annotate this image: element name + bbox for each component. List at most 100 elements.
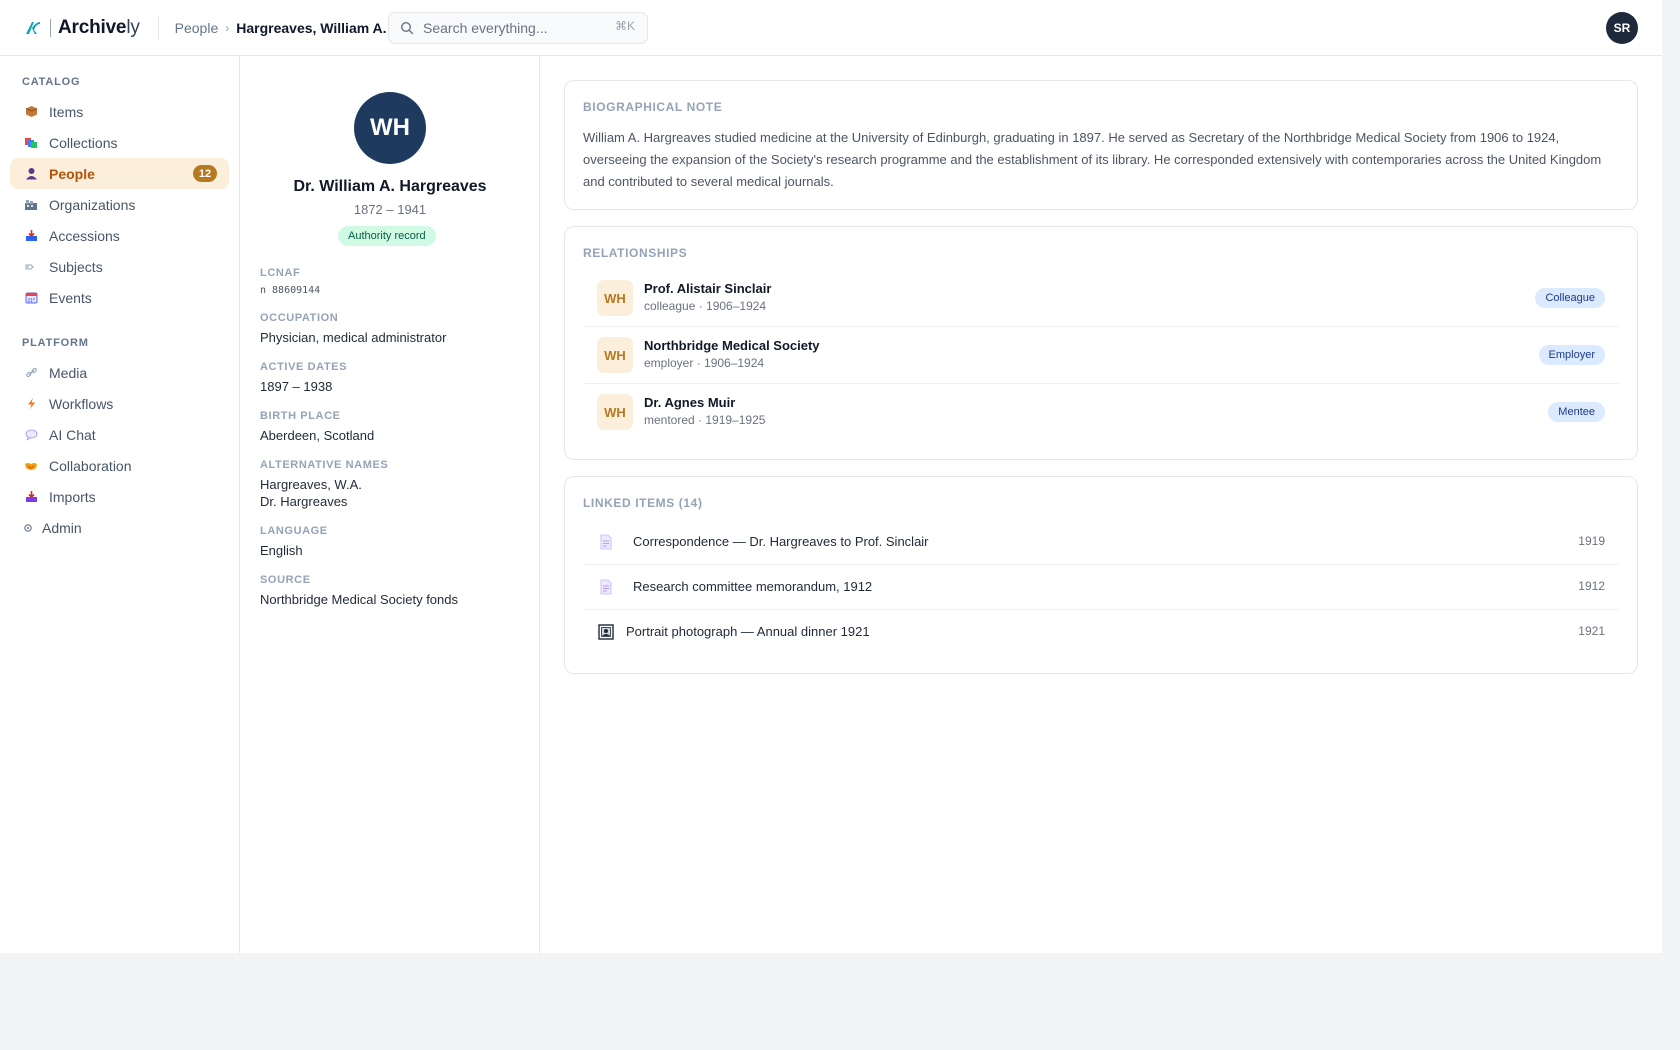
sidebar-item-label: Events bbox=[49, 289, 92, 306]
sidebar-item-people[interactable]: People 12 bbox=[10, 158, 229, 189]
building-icon bbox=[23, 197, 39, 213]
search-input[interactable]: Search everything... ⌘K bbox=[388, 12, 648, 44]
import-icon bbox=[23, 489, 39, 505]
relationships-card: RELATIONSHIPS WH Prof. Alistair Sinclair… bbox=[564, 226, 1638, 460]
search-shortcut: ⌘K bbox=[614, 19, 635, 33]
sidebar-item-workflows[interactable]: Workflows bbox=[10, 388, 229, 419]
relationship-meta: employer · 1906–1924 bbox=[644, 356, 765, 370]
relationship-name[interactable]: Prof. Alistair Sinclair bbox=[644, 281, 771, 296]
collections-icon bbox=[23, 135, 39, 151]
sidebar-item-label: Admin bbox=[42, 519, 82, 536]
sidebar-item-label: Organizations bbox=[49, 196, 136, 213]
linked-item-title[interactable]: Portrait photograph — Annual dinner 1921 bbox=[626, 624, 870, 639]
relationship-avatar: WH bbox=[597, 280, 633, 316]
search-icon bbox=[400, 21, 414, 35]
field-label: BIRTH PLACE bbox=[260, 410, 341, 422]
sidebar-item-collaboration[interactable]: Collaboration bbox=[10, 450, 229, 481]
document-icon bbox=[600, 534, 612, 550]
brand-name: Archively bbox=[58, 16, 140, 38]
field-birth-place: BIRTH PLACE Aberdeen, Scotland bbox=[260, 410, 374, 444]
breadcrumb-current: Hargreaves, William A. bbox=[236, 19, 387, 36]
profile-avatar: WH bbox=[354, 92, 426, 164]
field-label: LCNAF bbox=[260, 267, 301, 279]
brand-logo[interactable]: Archively bbox=[23, 17, 140, 39]
relationship-row[interactable]: WH Northbridge Medical Society employer … bbox=[583, 327, 1619, 384]
logo-separator bbox=[50, 18, 51, 37]
lightning-icon bbox=[23, 396, 39, 412]
sidebar-item-label: People bbox=[49, 165, 95, 182]
sidebar-item-ai-chat[interactable]: AI Chat bbox=[10, 419, 229, 450]
relationship-row[interactable]: WH Prof. Alistair Sinclair colleague · 1… bbox=[583, 270, 1619, 327]
relationship-avatar: WH bbox=[597, 394, 633, 430]
linked-item-year: 1919 bbox=[1578, 534, 1605, 548]
relationship-row[interactable]: WH Dr. Agnes Muir mentored · 1919–1925 M… bbox=[583, 384, 1619, 441]
linked-item-row[interactable]: Research committee memorandum, 1912 1912 bbox=[583, 565, 1619, 610]
field-lcnaf: LCNAF n 88609144 bbox=[260, 267, 320, 299]
field-label: SOURCE bbox=[260, 574, 311, 586]
sidebar-item-collections[interactable]: Collections bbox=[10, 127, 229, 158]
sidebar-item-label: Collections bbox=[49, 134, 118, 151]
relationship-name[interactable]: Northbridge Medical Society bbox=[644, 338, 820, 353]
header-divider bbox=[157, 15, 159, 40]
relationship-meta: colleague · 1906–1924 bbox=[644, 299, 767, 313]
top-header: Archively People › Hargreaves, William A… bbox=[0, 0, 1662, 56]
biographical-note-text: William A. Hargreaves studied medicine a… bbox=[583, 130, 1602, 189]
chat-icon bbox=[23, 427, 39, 443]
sidebar-item-label: Accessions bbox=[49, 227, 120, 244]
sidebar-item-organizations[interactable]: Organizations bbox=[10, 189, 229, 220]
relationship-type-tag: Colleague bbox=[1535, 288, 1605, 308]
sidebar-item-imports[interactable]: Imports bbox=[10, 481, 229, 512]
app-window: Archively People › Hargreaves, William A… bbox=[0, 0, 1662, 953]
user-avatar[interactable]: SR bbox=[1606, 12, 1638, 44]
field-occupation: OCCUPATION Physician, medical administra… bbox=[260, 312, 446, 346]
biographical-note-card: BIOGRAPHICAL NOTE William A. Hargreaves … bbox=[564, 80, 1638, 210]
linked-items-card: LINKED ITEMS (14) Correspondence — Dr. H… bbox=[564, 476, 1638, 674]
tag-icon bbox=[23, 259, 39, 275]
lcnaf-value: n 88609144 bbox=[260, 285, 321, 296]
sidebar-item-label: Items bbox=[49, 103, 84, 120]
sidebar-item-items[interactable]: Items bbox=[10, 96, 229, 127]
language-value: English bbox=[260, 543, 303, 558]
field-label: LANGUAGE bbox=[260, 525, 328, 537]
person-icon bbox=[23, 166, 39, 182]
field-label: ALTERNATIVE NAMES bbox=[260, 459, 389, 471]
handshake-icon bbox=[23, 458, 39, 474]
relationship-type-tag: Mentee bbox=[1548, 402, 1605, 422]
breadcrumb-separator: › bbox=[225, 20, 230, 35]
alternative-name: Hargreaves, W.A. bbox=[260, 477, 362, 492]
breadcrumb: People › Hargreaves, William A. bbox=[175, 20, 387, 36]
inbox-icon bbox=[23, 228, 39, 244]
sidebar-item-media[interactable]: Media bbox=[10, 357, 229, 388]
relationship-name[interactable]: Dr. Agnes Muir bbox=[644, 395, 735, 410]
sidebar-item-label: Media bbox=[49, 364, 88, 381]
picture-icon bbox=[598, 624, 614, 640]
linked-item-title[interactable]: Research committee memorandum, 1912 bbox=[633, 579, 872, 594]
linked-item-row[interactable]: Portrait photograph — Annual dinner 1921… bbox=[583, 610, 1619, 655]
sidebar-item-events[interactable]: Events bbox=[10, 282, 229, 313]
occupation-value: Physician, medical administrator bbox=[260, 330, 447, 345]
breadcrumb-people-link[interactable]: People bbox=[175, 20, 219, 36]
people-count-badge: 12 bbox=[193, 165, 217, 182]
linked-item-row[interactable]: Correspondence — Dr. Hargreaves to Prof.… bbox=[583, 520, 1619, 565]
calendar-icon bbox=[23, 290, 39, 306]
sidebar-item-subjects[interactable]: Subjects bbox=[10, 251, 229, 282]
document-icon bbox=[600, 579, 612, 595]
sidebar-item-accessions[interactable]: Accessions bbox=[10, 220, 229, 251]
field-alternative-names: ALTERNATIVE NAMES Hargreaves, W.A. Dr. H… bbox=[260, 459, 388, 510]
search-placeholder: Search everything... bbox=[423, 20, 548, 36]
linked-item-title[interactable]: Correspondence — Dr. Hargreaves to Prof.… bbox=[633, 534, 929, 549]
alternative-name: Dr. Hargreaves bbox=[260, 494, 348, 509]
source-value: Northbridge Medical Society fonds bbox=[260, 592, 458, 607]
sidebar-item-admin[interactable]: Admin bbox=[10, 512, 229, 543]
relationship-meta: mentored · 1919–1925 bbox=[644, 413, 766, 427]
platform-section-label: PLATFORM bbox=[22, 337, 89, 349]
linked-item-year: 1921 bbox=[1578, 624, 1605, 638]
field-label: OCCUPATION bbox=[260, 312, 339, 324]
field-label: ACTIVE DATES bbox=[260, 361, 348, 373]
card-title: RELATIONSHIPS bbox=[583, 246, 688, 260]
profile-name: Dr. William A. Hargreaves bbox=[293, 178, 487, 195]
active-dates-value: 1897 – 1938 bbox=[260, 379, 333, 394]
logo-mark-icon bbox=[26, 21, 40, 34]
card-title: BIOGRAPHICAL NOTE bbox=[583, 100, 723, 114]
sidebar-item-label: Collaboration bbox=[49, 457, 132, 474]
